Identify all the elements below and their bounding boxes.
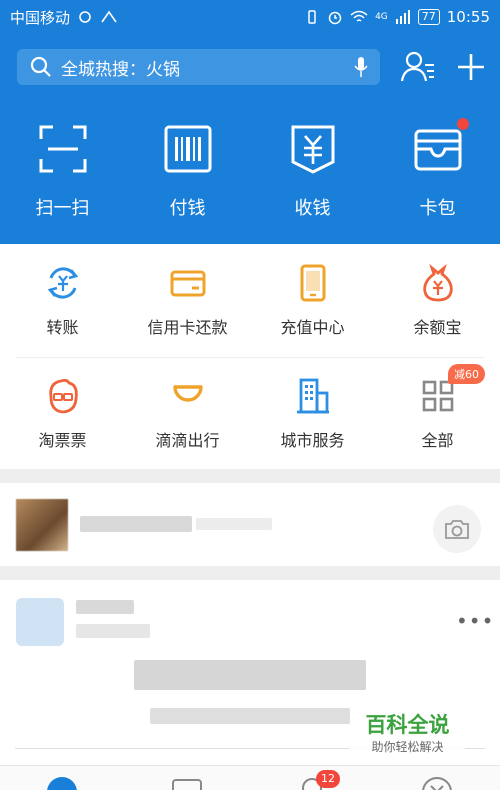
bottom-tab-bar [0, 765, 500, 790]
credit-card-label: 信用卡还款 [147, 318, 228, 337]
transfer-icon [47, 267, 78, 299]
watermark-subtitle: 助你轻松解决 [371, 740, 444, 754]
blurred-text [76, 600, 134, 614]
pay-label: 付钱 [169, 198, 206, 219]
microphone-icon[interactable] [354, 56, 368, 78]
receive-label: 收钱 [294, 198, 331, 219]
status-bar: 中国移动 4G 77 10:55 [0, 0, 500, 34]
credit-card-repay-item[interactable]: 信用卡还款 [125, 264, 250, 338]
city-services-label: 城市服务 [280, 431, 345, 450]
transfer-label: 转账 [46, 318, 79, 337]
city-building-icon [296, 378, 329, 414]
didi-label: 滴滴出行 [155, 431, 220, 450]
notification-icon [79, 11, 91, 23]
vibrate-icon [308, 10, 316, 24]
me-icon [422, 777, 452, 790]
city-services-item[interactable]: 城市服务 [250, 377, 375, 451]
app-avatar [16, 598, 64, 646]
avatar [16, 499, 68, 551]
taopiaopiao-label: 淘票票 [38, 431, 87, 450]
blurred-text [76, 624, 150, 638]
blurred-text [134, 660, 366, 690]
status-right: 4G 77 10:55 [304, 8, 490, 26]
new-dot-badge [456, 118, 469, 130]
tab-home[interactable] [46, 776, 78, 790]
camera-button[interactable] [433, 505, 481, 553]
blurred-text [80, 516, 192, 532]
credit-card-icon [170, 270, 205, 297]
yuebao-item[interactable]: 余额宝 [375, 263, 500, 338]
receive-button[interactable]: 收钱 [250, 124, 375, 220]
tab-me[interactable] [421, 776, 453, 790]
blurred-text [150, 708, 350, 724]
scan-button[interactable]: 扫一扫 [0, 124, 125, 220]
add-icon[interactable] [455, 50, 487, 84]
camera-icon [445, 520, 469, 539]
barcode-icon [164, 125, 211, 173]
ticket-mascot-icon [48, 378, 78, 414]
network-type: 4G [375, 12, 388, 22]
watermark: 百科全说 助你轻松解决 [350, 712, 465, 762]
more-options-icon[interactable]: ••• [456, 609, 494, 633]
tab-koubei[interactable] [171, 776, 203, 790]
grid-divider [15, 357, 485, 358]
search-placeholder: 全城热搜：火锅 [61, 59, 180, 80]
alarm-icon [328, 11, 342, 25]
all-services-item[interactable]: 全部 [375, 377, 500, 451]
receive-money-icon [291, 125, 334, 174]
search-bar[interactable]: 全城热搜：火锅 [17, 49, 380, 85]
wallet-icon [414, 129, 461, 171]
signal-icon [395, 10, 410, 24]
header: 全城热搜：火锅 扫一扫 付钱 收钱 卡包 [0, 34, 500, 244]
carrier-name: 中国移动 [10, 8, 71, 27]
topup-label: 充值中心 [280, 318, 345, 337]
card-wallet-button[interactable]: 卡包 [375, 118, 500, 220]
scan-icon [39, 125, 86, 173]
money-bag-icon [422, 263, 453, 302]
wifi-icon [350, 10, 368, 22]
taopiaopiao-item[interactable]: 淘票票 [0, 377, 125, 451]
all-services-label: 全部 [421, 431, 454, 450]
discount-badge: 减60 [448, 364, 485, 384]
phone-topup-icon [300, 264, 325, 302]
topup-center-item[interactable]: 充值中心 [250, 264, 375, 338]
didi-icon [172, 385, 203, 402]
yuebao-label: 余额宝 [413, 318, 462, 337]
app-notification-icon [101, 10, 117, 23]
friends-unread-badge: 12 [316, 770, 340, 788]
battery-indicator: 77 [417, 9, 440, 25]
home-icon [47, 777, 77, 790]
friend-dynamic-card[interactable] [0, 483, 500, 566]
blurred-text [196, 518, 272, 530]
pay-button[interactable]: 付钱 [125, 124, 250, 220]
search-icon [30, 56, 51, 77]
didi-item[interactable]: 滴滴出行 [125, 377, 250, 451]
koubei-icon [172, 779, 202, 790]
service-grid: 转账 信用卡还款 充值中心 余额宝 淘票票 滴滴出行 城市服务 全部 [0, 244, 500, 469]
alipay-home-screen: 中国移动 4G 77 10:55 全城热搜：火锅 扫一扫 付钱 收钱 卡包 转账… [0, 0, 500, 790]
transfer-item[interactable]: 转账 [0, 264, 125, 338]
scan-label: 扫一扫 [35, 198, 90, 219]
contacts-icon[interactable] [400, 50, 436, 84]
clock: 10:55 [446, 8, 490, 26]
watermark-title: 百科全说 [365, 713, 450, 737]
carrier-group: 中国移动 [10, 7, 118, 28]
card-wallet-label: 卡包 [419, 198, 456, 219]
